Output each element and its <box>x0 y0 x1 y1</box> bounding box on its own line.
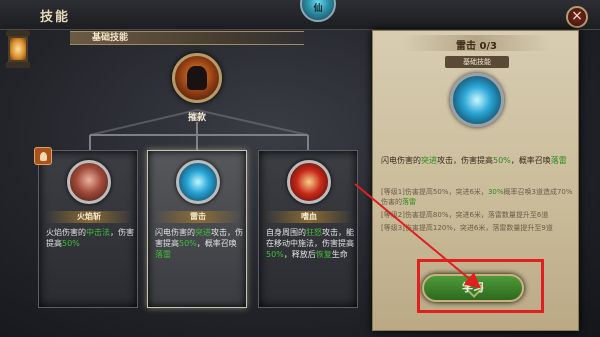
annotation-arrow <box>354 183 482 289</box>
